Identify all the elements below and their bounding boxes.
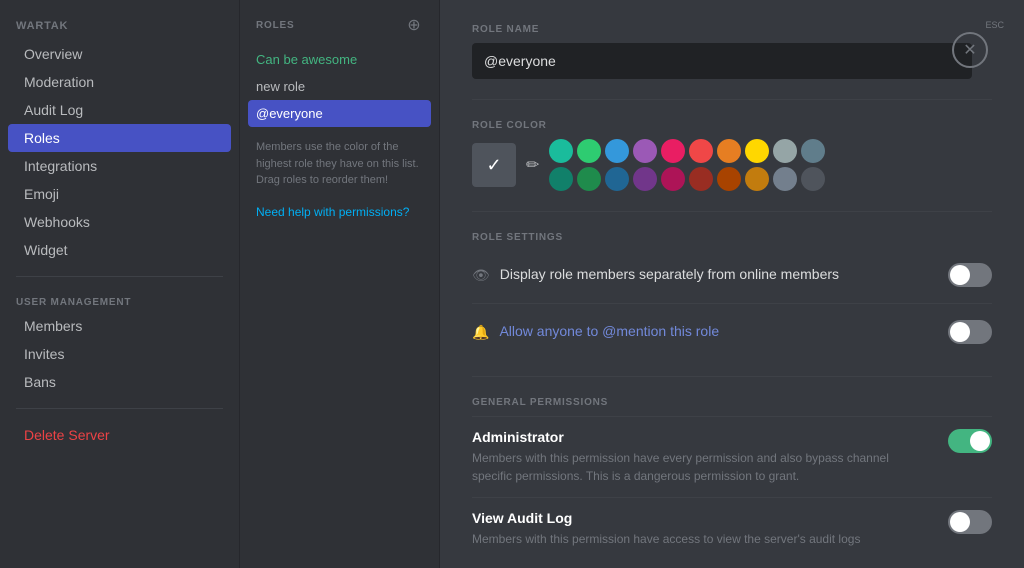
sidebar-item-bans[interactable]: Bans xyxy=(8,368,231,396)
role-name-section-label: ROLE NAME xyxy=(472,24,992,35)
settings-row-mention: 🔔 Allow anyone to @mention this role xyxy=(472,308,992,356)
color-swatch[interactable] xyxy=(717,167,741,191)
sidebar-item-widget[interactable]: Widget xyxy=(8,236,231,264)
server-name: WARTAK xyxy=(0,20,239,40)
sidebar-item-webhooks[interactable]: Webhooks xyxy=(8,208,231,236)
display-separately-text: Display role members separately from onl… xyxy=(500,265,839,285)
allow-mention-toggle[interactable] xyxy=(948,320,992,344)
esc-label: ESC xyxy=(985,20,1004,30)
perm-audit-description: Members with this permission have access… xyxy=(472,530,932,548)
color-swatch[interactable] xyxy=(549,167,573,191)
eye-icon: 👁 xyxy=(472,267,490,284)
roles-panel: ROLES ⊕ Can be awesome new role @everyon… xyxy=(240,0,440,568)
color-swatch[interactable] xyxy=(689,139,713,163)
role-name-input[interactable] xyxy=(472,43,972,79)
general-permissions-label: GENERAL PERMISSIONS xyxy=(472,397,992,408)
color-swatch[interactable] xyxy=(577,167,601,191)
sidebar-item-overview[interactable]: Overview xyxy=(8,40,231,68)
close-button[interactable]: ✕ xyxy=(952,32,988,68)
color-picker-row: ✓ ✏ xyxy=(472,139,992,191)
color-swatch[interactable] xyxy=(661,139,685,163)
color-swatch[interactable] xyxy=(773,167,797,191)
main-content: ✕ ESC ROLE NAME ROLE COLOR ✓ ✏ xyxy=(440,0,1024,568)
settings-row-display: 👁 Display role members separately from o… xyxy=(472,251,992,299)
settings-row-display-content: 👁 Display role members separately from o… xyxy=(472,265,948,285)
perm-admin-description: Members with this permission have every … xyxy=(472,449,932,485)
sidebar-item-roles[interactable]: Roles xyxy=(8,124,231,152)
mention-tag: @mention xyxy=(602,323,666,339)
divider-after-name xyxy=(472,99,992,100)
perm-audit-content: View Audit Log Members with this permiss… xyxy=(472,510,948,548)
role-color-label: ROLE COLOR xyxy=(472,120,992,131)
administrator-toggle[interactable] xyxy=(948,429,992,453)
color-swatch[interactable] xyxy=(633,167,657,191)
role-color-section: ROLE COLOR ✓ ✏ xyxy=(472,120,992,191)
sidebar-divider-1 xyxy=(16,276,223,277)
allow-mention-text: Allow anyone to @mention this role xyxy=(499,322,719,342)
toggle-knob-mention xyxy=(950,322,970,342)
perm-row-administrator: Administrator Members with this permissi… xyxy=(472,416,992,497)
color-swatch[interactable] xyxy=(605,139,629,163)
role-can-be-awesome[interactable]: Can be awesome xyxy=(240,46,439,73)
color-swatch[interactable] xyxy=(661,167,685,191)
user-management-label: USER MANAGEMENT xyxy=(0,289,239,312)
display-separately-title: Display role members separately from onl… xyxy=(500,265,839,285)
roles-header: ROLES ⊕ xyxy=(240,16,439,46)
allow-mention-title: Allow anyone to @mention this role xyxy=(499,322,719,342)
sidebar-divider-2 xyxy=(16,408,223,409)
sidebar-item-members[interactable]: Members xyxy=(8,312,231,340)
perm-admin-content: Administrator Members with this permissi… xyxy=(472,429,948,485)
settings-row-mention-content: 🔔 Allow anyone to @mention this role xyxy=(472,322,948,342)
roles-help-text: Members use the color of the highest rol… xyxy=(240,127,439,201)
color-swatch[interactable] xyxy=(717,139,741,163)
add-role-button[interactable]: ⊕ xyxy=(405,16,423,34)
perm-row-audit-log: View Audit Log Members with this permiss… xyxy=(472,497,992,560)
perm-admin-title: Administrator xyxy=(472,429,932,445)
color-swatch[interactable] xyxy=(577,139,601,163)
color-swatch[interactable] xyxy=(549,139,573,163)
toggle-knob-audit xyxy=(950,512,970,532)
sidebar-item-invites[interactable]: Invites xyxy=(8,340,231,368)
color-swatch[interactable] xyxy=(633,139,657,163)
color-swatch[interactable] xyxy=(801,167,825,191)
role-everyone[interactable]: @everyone xyxy=(248,100,431,127)
eyedropper-icon[interactable]: ✏ xyxy=(526,155,539,175)
bell-icon: 🔔 xyxy=(472,324,489,341)
sidebar: WARTAK Overview Moderation Audit Log Rol… xyxy=(0,0,240,568)
color-swatch[interactable] xyxy=(745,167,769,191)
color-preview-swatch[interactable]: ✓ xyxy=(472,143,516,187)
divider-between-toggles xyxy=(472,303,992,304)
sidebar-item-emoji[interactable]: Emoji xyxy=(8,180,231,208)
color-swatch[interactable] xyxy=(773,139,797,163)
sidebar-item-moderation[interactable]: Moderation xyxy=(8,68,231,96)
roles-title: ROLES xyxy=(256,20,294,31)
view-audit-log-toggle[interactable] xyxy=(948,510,992,534)
divider-before-permissions xyxy=(472,376,992,377)
need-help-link[interactable]: Need help with permissions? xyxy=(240,201,439,223)
color-swatch[interactable] xyxy=(605,167,629,191)
sidebar-item-audit-log[interactable]: Audit Log xyxy=(8,96,231,124)
close-area: ✕ ESC xyxy=(985,16,1004,30)
role-settings-label: ROLE SETTINGS xyxy=(472,232,992,243)
color-swatches xyxy=(549,139,825,191)
perm-audit-title: View Audit Log xyxy=(472,510,932,526)
role-new-role[interactable]: new role xyxy=(240,73,439,100)
toggle-knob xyxy=(950,265,970,285)
display-separately-toggle[interactable] xyxy=(948,263,992,287)
toggle-knob-admin xyxy=(970,431,990,451)
color-swatch[interactable] xyxy=(745,139,769,163)
check-icon: ✓ xyxy=(486,155,501,176)
delete-server-button[interactable]: Delete Server xyxy=(8,421,231,449)
divider-after-color xyxy=(472,211,992,212)
sidebar-item-integrations[interactable]: Integrations xyxy=(8,152,231,180)
color-row-1 xyxy=(549,139,825,163)
color-row-2 xyxy=(549,167,825,191)
color-swatch[interactable] xyxy=(689,167,713,191)
color-swatch[interactable] xyxy=(801,139,825,163)
